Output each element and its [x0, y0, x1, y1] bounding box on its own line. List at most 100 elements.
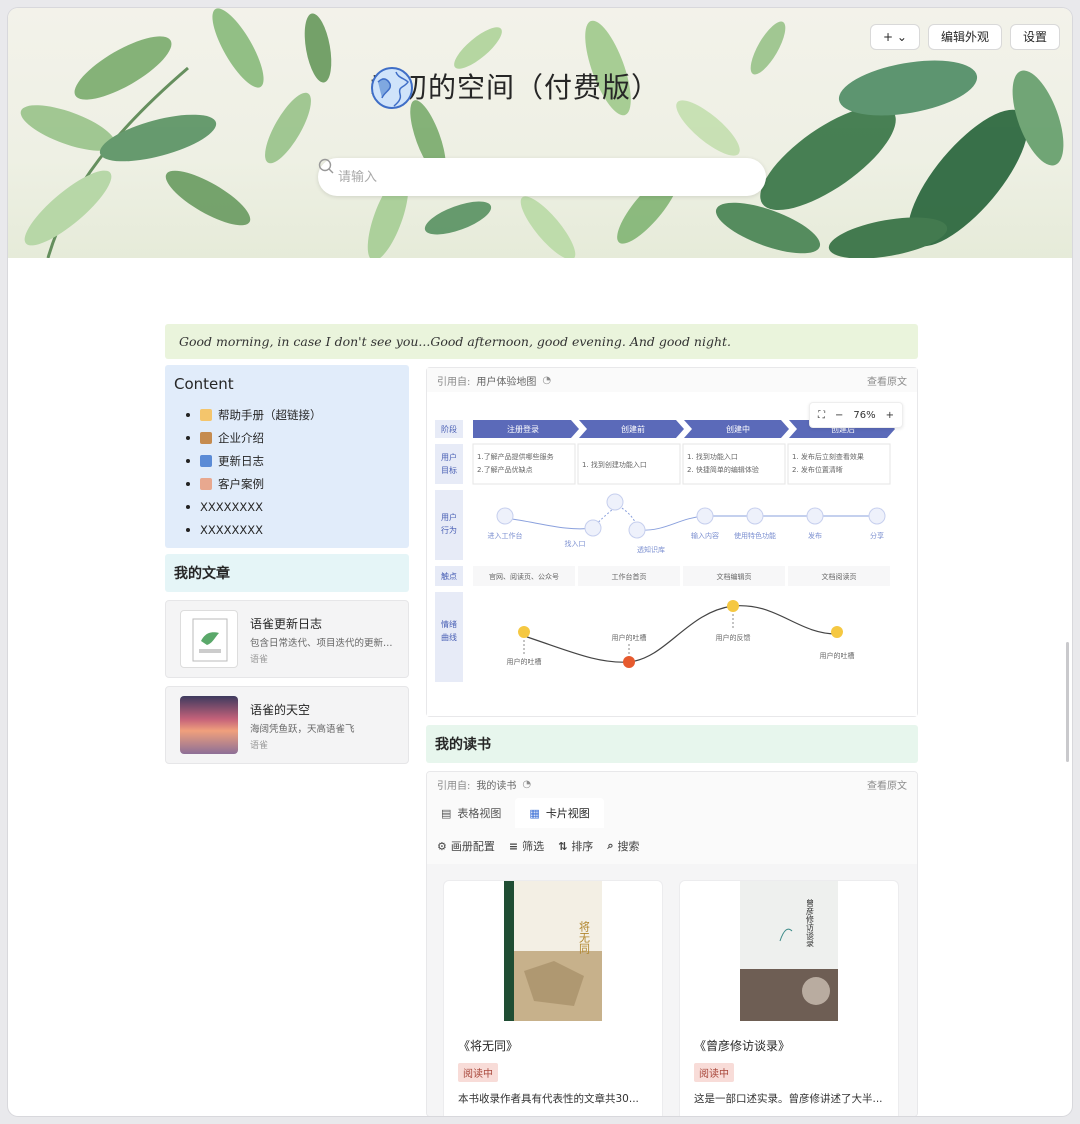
filter-icon: ≡	[508, 839, 519, 853]
action-label: 分享	[870, 531, 884, 540]
ref-name[interactable]: 我的读书	[476, 777, 516, 792]
book-cards: 将无同 《将无同》 阅读中 本书收录作者具有代表性的文章共30... 曾彦修访谈…	[427, 864, 917, 1116]
article-card[interactable]: 语雀的天空 海阔凭鱼跃，天高语雀飞 语雀	[165, 686, 409, 764]
emotion-label: 用户的吐槽	[507, 657, 542, 666]
stage-label: 创建中	[726, 424, 750, 434]
zoom-in-button[interactable]: +	[886, 410, 894, 421]
building-icon	[200, 431, 212, 444]
stage-label: 注册登录	[507, 424, 539, 434]
zoom-level: 76%	[853, 409, 876, 421]
right-column: 引用自: 用户体验地图 ◔ 查看原文 ⛶ − 76% + 阶段 用户 目标 用户 行为 …	[426, 367, 918, 1116]
view-original-link[interactable]: 查看原文	[867, 777, 907, 792]
book-title: 《曾彦修访谈录》	[694, 1039, 791, 1053]
book-card[interactable]: 曾彦修访谈录 《曾彦修访谈录》 阅读中 这是一部口述实录。曾彦修讲述了大半...	[679, 880, 899, 1116]
article-desc: 海阔凭鱼跃，天高语雀飞	[250, 724, 355, 735]
embed-header: 引用自: 用户体验地图 ◔ 查看原文	[427, 368, 917, 392]
book-card[interactable]: 将无同 《将无同》 阅读中 本书收录作者具有代表性的文章共30...	[443, 880, 663, 1116]
ref-name[interactable]: 用户体验地图	[476, 373, 536, 388]
action-label: 进入工作台	[488, 531, 523, 540]
book-cover: 曾彦修访谈录	[740, 881, 838, 1021]
filter-button[interactable]: ≡ 筛选	[509, 838, 544, 854]
goal-text: 1. 发布后立刻查看效果	[792, 452, 864, 461]
sort-button[interactable]: ⇅ 排序	[558, 838, 593, 854]
person-icon	[200, 477, 212, 490]
share-icon: ◔	[542, 374, 552, 386]
content-title: Content	[174, 375, 234, 393]
action-label: 发布	[808, 531, 822, 540]
view-original-link[interactable]: 查看原文	[867, 373, 907, 388]
article-card[interactable]: 语雀更新日志 包含日常迭代、项目迭代的更新内... 语雀	[165, 600, 409, 678]
embed-header: 引用自: 我的读书 ◔ 查看原文	[427, 772, 917, 796]
search-button[interactable]: ⌕ 搜索	[607, 838, 639, 854]
reading-heading: 我的读书	[426, 725, 918, 763]
share-icon: ◔	[522, 778, 532, 790]
scrollbar[interactable]	[1066, 642, 1069, 762]
journey-diagram: 阶段 用户目标 用户行为 触点 情绪曲线 注册登录 创建前 创建中 创建后 1.…	[435, 420, 895, 682]
ref-prefix: 引用自:	[437, 376, 471, 388]
view-tabs: ▤ 表格视图 ▦ 卡片视图	[427, 798, 604, 828]
space-header: 季初的空间（付费版）	[370, 66, 660, 109]
content-list: 帮助手册（超链接） 企业介绍 更新日志 客户案例 XXXXXXXX XXXXXX…	[174, 403, 400, 541]
touchpoint: 文档编辑页	[717, 572, 752, 581]
zoom-out-button[interactable]: −	[835, 410, 843, 421]
articles-heading: 我的文章	[165, 554, 409, 592]
search-input[interactable]	[338, 169, 698, 185]
content-card: Content 帮助手册（超链接） 企业介绍 更新日志 客户案例 XXXXXXX…	[165, 365, 409, 548]
top-actions: + ⌄ 编辑外观 设置	[870, 24, 1060, 50]
content-item[interactable]: 客户案例	[186, 472, 400, 495]
app-window: + ⌄ 编辑外观 设置 季初的空间（付费版） Good morning, in …	[8, 8, 1072, 1116]
article-thumbnail	[180, 696, 238, 754]
action-label: 透知识库	[637, 545, 665, 554]
svg-text:触点: 触点	[441, 571, 457, 581]
svg-text:行为: 行为	[441, 525, 457, 535]
fit-screen-icon[interactable]: ⛶	[818, 410, 825, 421]
svg-text:目标: 目标	[441, 465, 457, 475]
action-label: 使用特色功能	[734, 531, 776, 540]
table-icon: ▤	[441, 806, 452, 820]
action-label: 找入口	[565, 539, 586, 548]
article-title: 语雀更新日志	[250, 617, 323, 631]
svg-text:用户: 用户	[441, 512, 457, 522]
touchpoint: 文档阅读页	[822, 572, 857, 581]
article-title: 语雀的天空	[250, 703, 311, 717]
article-source: 语雀	[250, 655, 269, 665]
add-button[interactable]: + ⌄	[870, 24, 920, 50]
goal-text: 1. 找到功能入口	[687, 452, 738, 461]
goal-text: 1.了解产品提供哪些服务	[477, 452, 554, 461]
action-label: 输入内容	[691, 531, 719, 540]
content-item[interactable]: 企业介绍	[186, 426, 400, 449]
gear-icon: ⚙	[437, 839, 447, 853]
svg-text:曾彦修访谈录: 曾彦修访谈录	[806, 898, 815, 947]
book-cover: 将无同	[504, 881, 602, 1021]
emotion-label: 用户的反馈	[716, 633, 751, 642]
zoom-control: ⛶ − 76% +	[808, 402, 903, 428]
goal-text: 2.了解产品优缺点	[477, 465, 533, 474]
goal-text: 2. 快捷简单的编辑体验	[687, 465, 759, 474]
grid-icon: ▦	[529, 806, 540, 820]
row-label: 阶段	[441, 424, 457, 434]
settings-button[interactable]: 设置	[1009, 24, 1060, 50]
content-item[interactable]: XXXXXXXX	[186, 495, 400, 518]
tab-card-view[interactable]: ▦ 卡片视图	[515, 798, 604, 828]
gallery-config-button[interactable]: ⚙ 画册配置	[437, 838, 495, 854]
edit-appearance-button[interactable]: 编辑外观	[927, 24, 1002, 50]
content-item[interactable]: XXXXXXXX	[186, 518, 400, 541]
journey-map: ⛶ − 76% + 阶段 用户目标 用户行为 触点 情绪曲线 注册登录 创	[427, 392, 917, 716]
svg-text:曲线: 曲线	[441, 632, 457, 642]
stage-label: 创建前	[621, 424, 645, 434]
emotion-label: 用户的吐槽	[612, 633, 647, 642]
journey-map-embed: 引用自: 用户体验地图 ◔ 查看原文 ⛶ − 76% + 阶段 用户 目标 用户 行为 …	[426, 367, 918, 717]
search-bar[interactable]	[318, 158, 766, 196]
emotion-label: 用户的吐槽	[820, 651, 855, 660]
reading-embed: 引用自: 我的读书 ◔ 查看原文 ▤ 表格视图 ▦ 卡片视图 ⚙ 画册配置 ≡ 筛选 ⇅ 排序…	[426, 771, 918, 1116]
content-item[interactable]: 更新日志	[186, 449, 400, 472]
emotion-curve	[523, 605, 838, 663]
sort-icon: ⇅	[558, 839, 568, 853]
article-source: 语雀	[250, 741, 269, 751]
content-item[interactable]: 帮助手册（超链接）	[186, 403, 400, 426]
svg-text:用户: 用户	[441, 452, 457, 462]
svg-text:情绪: 情绪	[441, 619, 457, 629]
touchpoint: 官网、阅读页、公众号	[489, 572, 559, 581]
goal-text: 1. 找到创建功能入口	[582, 460, 647, 469]
tab-table-view[interactable]: ▤ 表格视图	[427, 798, 515, 828]
